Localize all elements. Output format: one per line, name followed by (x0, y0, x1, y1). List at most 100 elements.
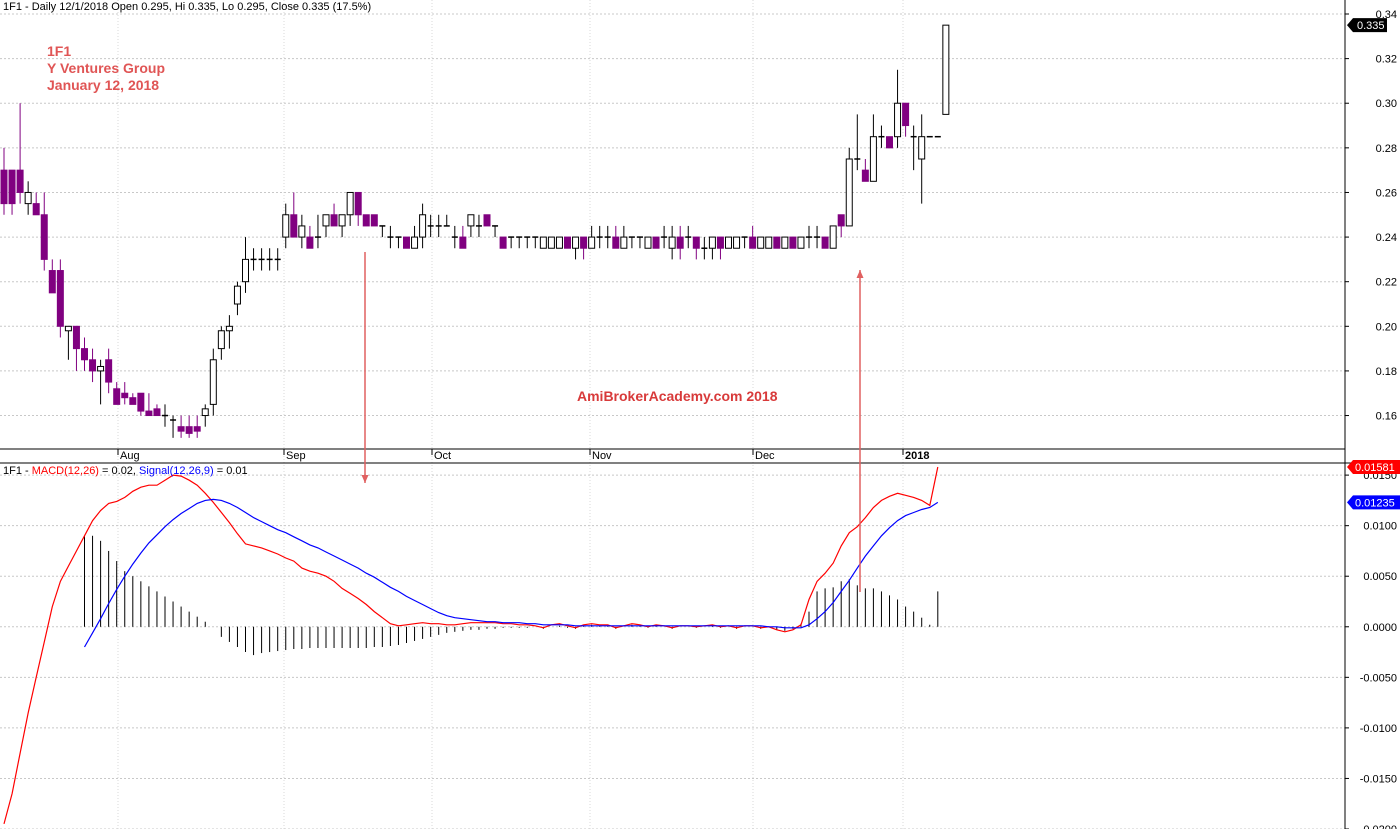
candle-body (32, 203, 40, 216)
candle-body (886, 136, 893, 149)
annotation-title: 1F1 Y Ventures Group January 12, 2018 (47, 43, 165, 94)
macd-tick-label: 0.0000 (1363, 622, 1397, 634)
candle-body (121, 392, 129, 399)
candle-body (217, 330, 225, 350)
candle-body (716, 236, 724, 249)
price-header: 1F1 - Daily 12/1/2018 Open 0.295, Hi 0.3… (3, 1, 372, 13)
x-tick-label: Aug (120, 450, 140, 462)
candle-body (894, 102, 902, 138)
candle-up (620, 225, 628, 249)
candle-body (902, 102, 910, 127)
candle-down (145, 393, 153, 417)
candle-up (685, 225, 692, 249)
candle-down (564, 236, 571, 249)
candle-up (217, 326, 225, 360)
candle-up (797, 236, 805, 249)
candle-body (201, 408, 209, 417)
candle-body (233, 285, 241, 305)
annotation-date: January 12, 2018 (47, 77, 160, 93)
candle-down (32, 192, 40, 216)
candle-up (233, 281, 241, 316)
price-tick-label: 0.16 (1376, 411, 1397, 423)
candle-up (869, 114, 877, 182)
candle-up (918, 114, 926, 204)
annotation-ticker: 1F1 (47, 43, 72, 59)
macd-last-value: 0.01581 (1355, 462, 1395, 474)
candle-body (837, 214, 845, 227)
candle-up (708, 236, 716, 260)
candle-body (668, 236, 676, 249)
candle-up (411, 225, 419, 249)
candle-body (290, 214, 298, 238)
candle-body (24, 191, 32, 205)
candle-up (644, 236, 652, 249)
macd-histogram (84, 535, 939, 656)
candle-body (298, 225, 306, 238)
x-tick-label: Nov (592, 450, 612, 462)
candle-down (40, 192, 48, 271)
candle-down (902, 102, 910, 137)
candle-down (370, 214, 378, 227)
candle-body (572, 236, 580, 249)
candle-body (225, 325, 233, 332)
candle-up (878, 125, 885, 148)
candle-body (733, 236, 741, 249)
candle-body (48, 270, 56, 294)
last-price-label: 0.335 (1357, 20, 1385, 32)
candle-down (72, 325, 80, 371)
candle-up (845, 147, 853, 227)
signal-legend-label: Signal(12,26,9) (139, 465, 214, 477)
candle-up (242, 237, 249, 293)
down-arrow-sell-signal (361, 252, 369, 483)
candle-body (708, 236, 716, 249)
candle-body (725, 236, 732, 249)
candle-down (580, 236, 588, 260)
candle-down (89, 348, 97, 383)
candle-body (539, 236, 547, 249)
x-tick-label: Oct (434, 450, 451, 462)
candle-up (829, 225, 837, 249)
candle-body (403, 236, 410, 249)
candle-body (749, 236, 757, 249)
candle-up (781, 236, 789, 249)
candle-body (0, 169, 8, 205)
candle-down (612, 225, 620, 249)
axis-labels: 0.160.180.200.220.240.260.280.300.320.34… (120, 9, 1400, 829)
candle-body (64, 325, 72, 332)
candle-body (644, 236, 652, 249)
candle-body (845, 158, 853, 227)
candle-up (170, 415, 177, 438)
candle-up (539, 236, 547, 249)
candle-body (56, 270, 64, 327)
candle-body (829, 225, 837, 249)
candle-down (837, 214, 845, 238)
candle-body (861, 169, 869, 182)
candle-body (129, 397, 137, 405)
candle-up (910, 125, 917, 171)
candle-body (757, 236, 765, 249)
candle-down (137, 392, 145, 416)
candle-up (346, 191, 354, 226)
candle-down (81, 337, 88, 371)
candle-up (225, 315, 233, 349)
candle-body (370, 214, 378, 227)
price-tick-label: 0.24 (1376, 232, 1397, 244)
candle-up (201, 404, 209, 427)
candle-down (749, 225, 757, 249)
candle-up (508, 236, 515, 249)
macd-value: = 0.02, (98, 465, 140, 477)
candle-up (668, 225, 676, 260)
candle-down (886, 136, 893, 149)
candle-down (459, 225, 467, 249)
candle-up (516, 236, 523, 249)
candle-body (797, 236, 805, 249)
candle-up (419, 203, 427, 249)
candle-down (330, 203, 338, 227)
candle-body (362, 214, 370, 227)
candle-body (676, 236, 684, 249)
candle-down (773, 236, 781, 249)
arrow-head (361, 475, 369, 483)
candle-body (322, 214, 330, 227)
candle-body (652, 236, 660, 249)
macd-header-prefix: 1F1 - (3, 465, 32, 477)
